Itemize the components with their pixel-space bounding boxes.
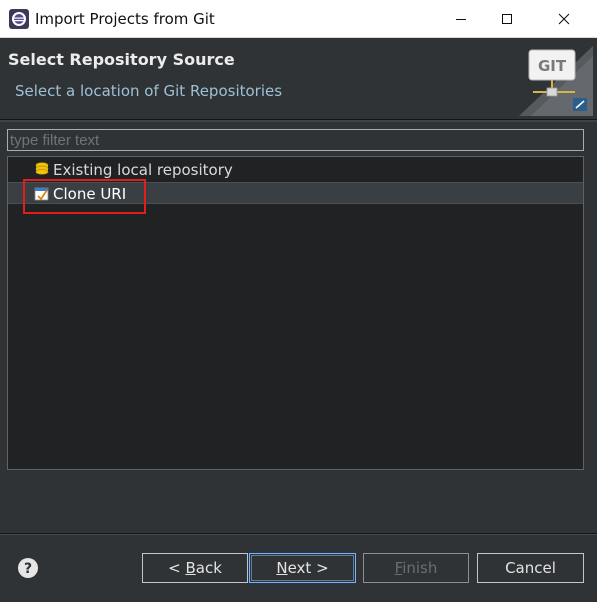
finish-button-label: inish — [402, 559, 438, 577]
window-titlebar: Import Projects from Git — [0, 0, 597, 38]
window-title: Import Projects from Git — [35, 10, 215, 28]
database-icon — [35, 162, 49, 175]
next-button-label: ext > — [287, 559, 329, 577]
tree-item-label: Clone URI — [53, 185, 127, 203]
page-subtitle: Select a location of Git Repositories — [15, 82, 283, 100]
maximize-icon — [502, 14, 512, 24]
help-icon[interactable]: ? — [17, 557, 39, 579]
finish-button[interactable]: Finish — [363, 553, 469, 583]
tree-item-existing-local-repository[interactable]: Existing local repository — [8, 159, 583, 181]
tree-item-label: Existing local repository — [53, 161, 233, 179]
wizard-header: Select Repository Source Select a locati… — [0, 38, 597, 120]
back-button[interactable]: < Back — [142, 553, 248, 583]
tree-item-clone-uri[interactable]: Clone URI — [8, 182, 583, 204]
back-button-label: ack — [195, 559, 222, 577]
back-button-mnemonic: B — [185, 559, 196, 577]
maximize-button[interactable] — [484, 0, 530, 38]
back-button-prefix: < — [168, 559, 186, 577]
git-wizard-logo-icon: GIT — [519, 46, 593, 116]
eclipse-app-icon — [9, 9, 29, 29]
cancel-button[interactable]: Cancel — [477, 553, 584, 583]
next-button[interactable]: Next > — [249, 553, 356, 583]
close-icon — [558, 13, 570, 25]
close-button[interactable] — [531, 0, 597, 38]
clone-uri-icon — [34, 187, 49, 201]
git-logo-text: GIT — [538, 57, 567, 75]
filter-input[interactable] — [7, 129, 584, 151]
repository-source-tree[interactable]: Existing local repository Clone URI — [7, 156, 584, 470]
header-separator — [0, 120, 597, 122]
next-button-mnemonic: N — [276, 559, 288, 577]
page-title: Select Repository Source — [8, 50, 235, 69]
footer-separator-highlight — [0, 534, 597, 535]
minimize-icon — [456, 19, 466, 20]
svg-text:?: ? — [24, 561, 32, 577]
minimize-button[interactable] — [438, 0, 484, 38]
